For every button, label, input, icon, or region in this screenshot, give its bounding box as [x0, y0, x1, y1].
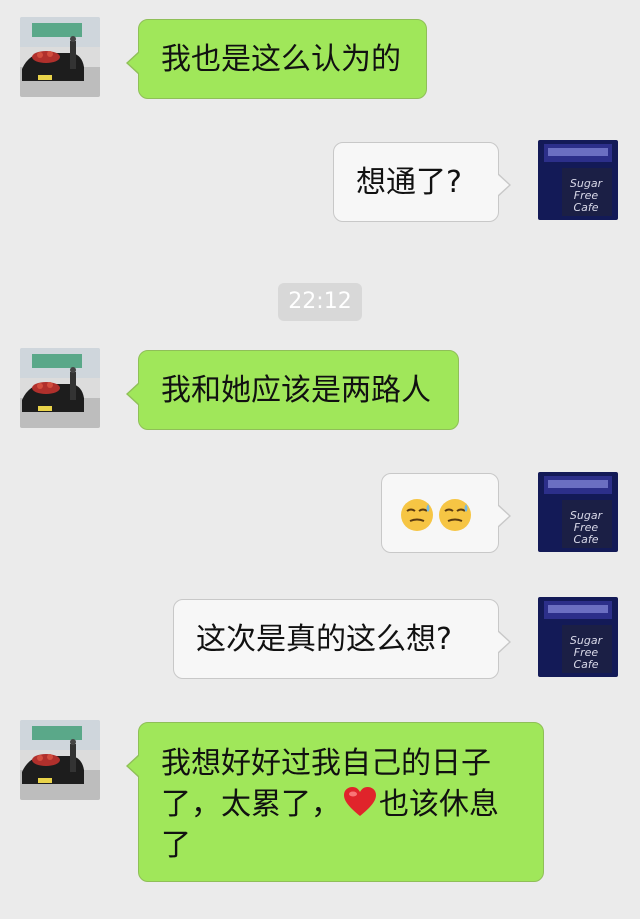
- svg-text:Cafe: Cafe: [573, 201, 598, 214]
- car-photo-icon: [20, 720, 100, 800]
- car-photo-icon: [20, 17, 100, 97]
- smirk-sweat-emoji-icon: [401, 498, 433, 531]
- self-avatar[interactable]: Sugar Free Cafe: [538, 472, 618, 552]
- contact-avatar[interactable]: [20, 348, 100, 428]
- car-photo-icon: [20, 348, 100, 428]
- message-text: 想通了?: [356, 165, 462, 200]
- chat-window: 我也是这么认为的 想通了? Sugar Free Cafe 22:12 我和她应…: [0, 0, 640, 919]
- timestamp-badge: 22:12: [278, 283, 362, 321]
- message-bubble[interactable]: 我和她应该是两路人: [126, 350, 459, 430]
- self-avatar[interactable]: Sugar Free Cafe: [538, 597, 618, 677]
- self-avatar[interactable]: Sugar Free Cafe: [538, 140, 618, 220]
- svg-text:Cafe: Cafe: [573, 658, 598, 671]
- contact-avatar[interactable]: [20, 17, 100, 97]
- message-text: 我也是这么认为的: [161, 42, 401, 77]
- sugar-free-cafe-icon: Sugar Free Cafe: [538, 472, 618, 552]
- sugar-free-cafe-icon: Sugar Free Cafe: [538, 597, 618, 677]
- smirk-sweat-emoji-icon: [439, 498, 471, 531]
- message-bubble[interactable]: 我也是这么认为的: [126, 19, 427, 99]
- message-bubble[interactable]: [381, 473, 511, 553]
- svg-text:Cafe: Cafe: [573, 533, 598, 546]
- heart-icon: [344, 787, 376, 816]
- contact-avatar[interactable]: [20, 720, 100, 800]
- message-text: 这次是真的这么想?: [196, 622, 452, 657]
- sugar-free-cafe-icon: Sugar Free Cafe: [538, 140, 618, 220]
- message-bubble[interactable]: 这次是真的这么想?: [173, 599, 511, 679]
- message-bubble[interactable]: 想通了?: [333, 142, 511, 222]
- message-bubble[interactable]: 我想好好过我自己的日子了，太累了， 也该休息了: [126, 722, 544, 882]
- message-text: 我和她应该是两路人: [161, 373, 431, 408]
